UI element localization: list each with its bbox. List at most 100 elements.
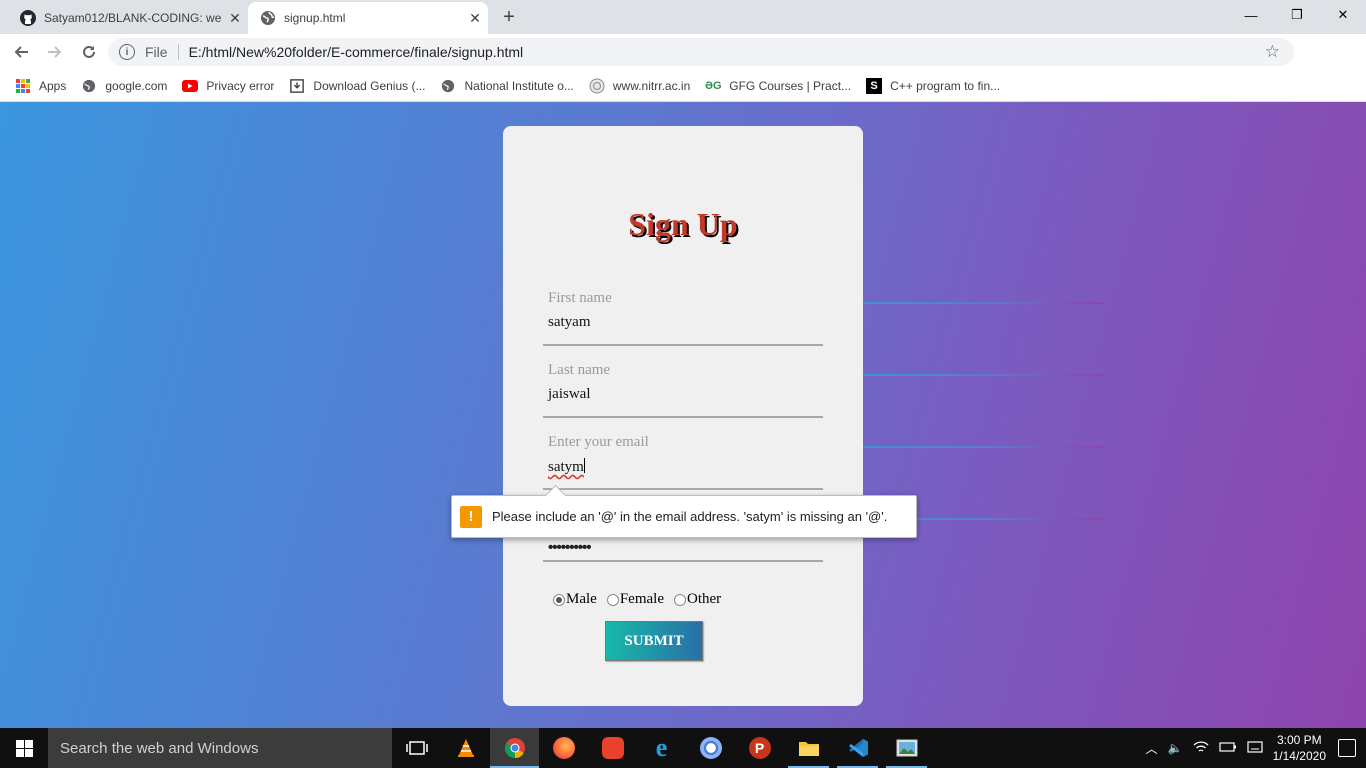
forward-icon[interactable] — [42, 39, 68, 65]
photos-icon[interactable] — [882, 728, 931, 768]
last-name-value[interactable]: jaiswal — [548, 386, 591, 403]
clock-time: 3:00 PM — [1276, 733, 1322, 747]
start-button[interactable] — [0, 728, 48, 768]
decorative-line — [823, 302, 1103, 304]
email-field[interactable]: Enter your email satym — [543, 434, 823, 490]
bookmark-label: Apps — [39, 78, 67, 93]
s-icon: S — [866, 77, 883, 94]
bookmark-download-genius[interactable]: Download Genius (... — [289, 78, 425, 94]
tab-signup[interactable]: signup.html ✕ — [248, 2, 488, 34]
download-icon — [289, 78, 305, 94]
back-icon[interactable] — [8, 39, 34, 65]
bookmarks-bar: Apps google.com Privacy error Download G… — [0, 70, 1366, 102]
app-icon[interactable] — [588, 728, 637, 768]
taskbar-clock[interactable]: 3:00 PM 1/14/2020 — [1273, 732, 1326, 764]
windows-taskbar: Search the web and Windows e P ︿ 🔈 3:00 … — [0, 728, 1366, 768]
radio-label: Female — [619, 591, 664, 607]
email-value-wrapper[interactable]: satym — [548, 458, 585, 476]
system-tray: ︿ 🔈 3:00 PM 1/14/2020 — [1146, 728, 1366, 768]
tab-github[interactable]: Satyam012/BLANK-CODING: web ✕ — [8, 2, 248, 34]
url-scheme-label: File — [145, 44, 168, 60]
last-name-label: Last name — [548, 362, 611, 378]
radio-button[interactable] — [673, 593, 686, 606]
bookmark-privacy-error[interactable]: Privacy error — [182, 78, 274, 94]
tab-title: Satyam012/BLANK-CODING: web — [44, 11, 222, 25]
divider — [177, 44, 179, 60]
globe-icon — [81, 78, 97, 94]
psiphon-icon[interactable]: P — [735, 728, 784, 768]
volume-icon[interactable]: 🔈 — [1168, 741, 1183, 755]
youtube-icon — [182, 78, 199, 94]
bookmark-label: Download Genius (... — [313, 78, 426, 93]
text-caret — [583, 458, 585, 473]
first-name-label: First name — [548, 290, 612, 306]
validation-message: Please include an '@' in the email addre… — [492, 509, 888, 524]
bookmark-label: google.com — [105, 78, 168, 93]
close-window-icon[interactable]: ✕ — [1320, 0, 1366, 30]
chevron-up-icon[interactable]: ︿ — [1146, 740, 1158, 757]
address-bar[interactable]: i File E:/html/New%20folder/E-commerce/f… — [108, 38, 1294, 66]
bookmark-national-institute[interactable]: National Institute o... — [440, 78, 574, 94]
bookmark-label: GFG Courses | Pract... — [729, 78, 852, 93]
task-view-icon[interactable] — [392, 728, 441, 768]
radio-male[interactable]: Male — [553, 591, 597, 608]
last-name-field[interactable]: Last name jaiswal — [543, 362, 823, 418]
close-tab-icon[interactable]: ✕ — [222, 10, 248, 27]
internet-explorer-icon[interactable]: e — [637, 728, 686, 768]
decorative-line — [823, 446, 1103, 448]
wifi-icon[interactable] — [1193, 740, 1209, 757]
radio-button-selected[interactable] — [553, 593, 565, 606]
browser-toolbar: i File E:/html/New%20folder/E-commerce/f… — [0, 34, 1366, 98]
url-text[interactable]: E:/html/New%20folder/E-commerce/finale/s… — [189, 44, 524, 60]
bookmark-star-icon[interactable]: ☆ — [1265, 42, 1280, 62]
tab-strip: Satyam012/BLANK-CODING: web ✕ signup.htm… — [0, 0, 1366, 34]
validation-tooltip: ! Please include an '@' in the email add… — [451, 495, 917, 538]
bookmark-label: www.nitrr.ac.in — [612, 78, 691, 93]
close-tab-icon[interactable]: ✕ — [462, 10, 488, 27]
radio-other[interactable]: Other — [673, 591, 722, 608]
taskbar-search[interactable]: Search the web and Windows — [48, 728, 392, 768]
firefox-icon[interactable] — [539, 728, 588, 768]
tab-title: signup.html — [284, 11, 346, 25]
minimize-icon[interactable]: — — [1228, 0, 1274, 30]
new-tab-button[interactable]: + — [498, 7, 520, 29]
bookmark-gfg[interactable]: ƏG GFG Courses | Pract... — [705, 78, 851, 94]
email-label: Enter your email — [548, 434, 649, 450]
password-value[interactable]: •••••••••• — [548, 539, 592, 556]
seal-icon — [589, 78, 605, 94]
globe-icon — [260, 10, 276, 26]
keyboard-icon[interactable] — [1247, 740, 1263, 757]
bookmark-label: Privacy error — [206, 78, 275, 93]
first-name-field[interactable]: First name satyam — [543, 290, 823, 346]
radio-female[interactable]: Female — [606, 591, 664, 608]
reload-icon[interactable] — [76, 39, 102, 65]
battery-icon[interactable] — [1219, 741, 1237, 756]
globe-icon — [440, 78, 456, 94]
email-value: satym — [548, 459, 584, 475]
radio-button[interactable] — [606, 593, 619, 606]
bookmark-nitrr[interactable]: www.nitrr.ac.in — [589, 78, 690, 94]
notification-icon[interactable] — [1338, 739, 1356, 757]
warning-icon: ! — [460, 505, 482, 528]
bookmark-label: C++ program to fin... — [890, 78, 1001, 93]
form-title: Sign Up — [628, 206, 738, 242]
bookmark-google[interactable]: google.com — [81, 78, 167, 94]
chrome-icon[interactable] — [490, 728, 539, 768]
gfg-icon: ƏG — [704, 79, 722, 92]
restore-icon[interactable]: ❐ — [1274, 0, 1320, 30]
info-icon[interactable]: i — [119, 44, 135, 60]
bookmark-cpp[interactable]: S C++ program to fin... — [866, 77, 1001, 94]
file-explorer-icon[interactable] — [784, 728, 833, 768]
bookmark-apps[interactable]: Apps — [15, 78, 66, 94]
chrome-profile-icon[interactable] — [686, 728, 735, 768]
page-background: Sign Up First name satyam Last name jais… — [0, 102, 1366, 728]
vscode-icon[interactable] — [833, 728, 882, 768]
submit-button[interactable]: SUBMIT — [605, 621, 703, 661]
radio-label: Male — [566, 591, 597, 607]
radio-label: Other — [686, 591, 722, 607]
first-name-value[interactable]: satyam — [548, 314, 591, 331]
signup-card: Sign Up First name satyam Last name jais… — [503, 126, 863, 706]
windows-logo-icon — [15, 739, 33, 757]
decorative-line — [823, 374, 1103, 376]
vlc-icon[interactable] — [441, 728, 490, 768]
